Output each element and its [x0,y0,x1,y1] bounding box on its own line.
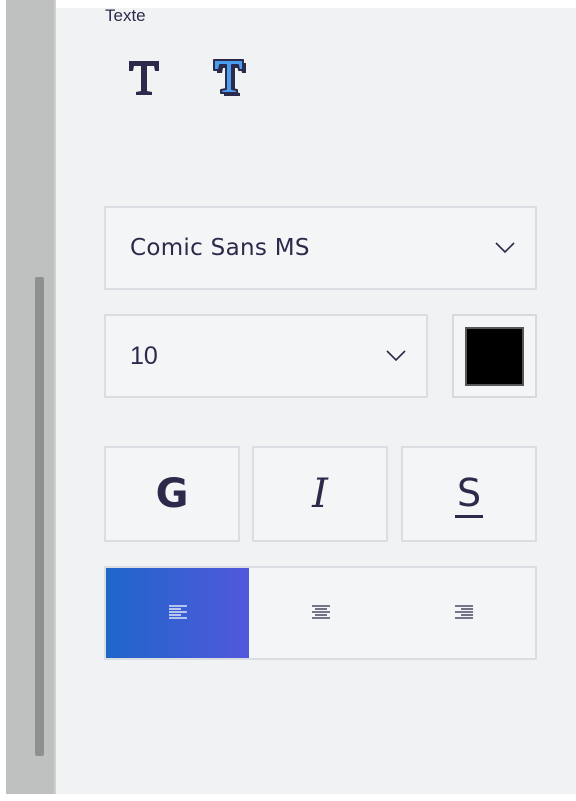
left-panel-strip [0,0,56,801]
font-family-select[interactable]: Comic Sans MS [104,206,537,290]
align-center-button[interactable] [249,568,392,658]
text-alignment-group [104,566,537,660]
italic-label: I [312,471,328,517]
underline-button[interactable]: S [401,446,537,542]
scrollbar-thumb[interactable] [35,277,44,756]
italic-button[interactable]: I [252,446,388,542]
text-3d-icon[interactable] [210,56,250,100]
align-right-icon [454,605,473,619]
bold-label: G [155,471,189,517]
left-strip-edge [54,0,56,801]
align-center-icon [311,605,330,619]
align-left-button[interactable] [106,568,249,658]
font-size-value: 10 [130,341,158,370]
bold-button[interactable]: G [104,446,240,542]
text-plain-icon[interactable] [124,56,164,100]
font-family-value: Comic Sans MS [130,235,310,261]
chevron-down-icon [386,350,406,362]
align-right-button[interactable] [392,568,535,658]
bottom-edge [0,794,576,801]
text-color-button[interactable] [452,314,537,398]
align-left-icon [168,605,187,619]
chevron-down-icon [495,242,515,254]
text-color-swatch [465,326,524,386]
underline-label: S [454,471,484,518]
font-size-select[interactable]: 10 [104,314,428,398]
section-label: Texte [105,6,146,25]
left-strip-highlight [0,0,6,801]
